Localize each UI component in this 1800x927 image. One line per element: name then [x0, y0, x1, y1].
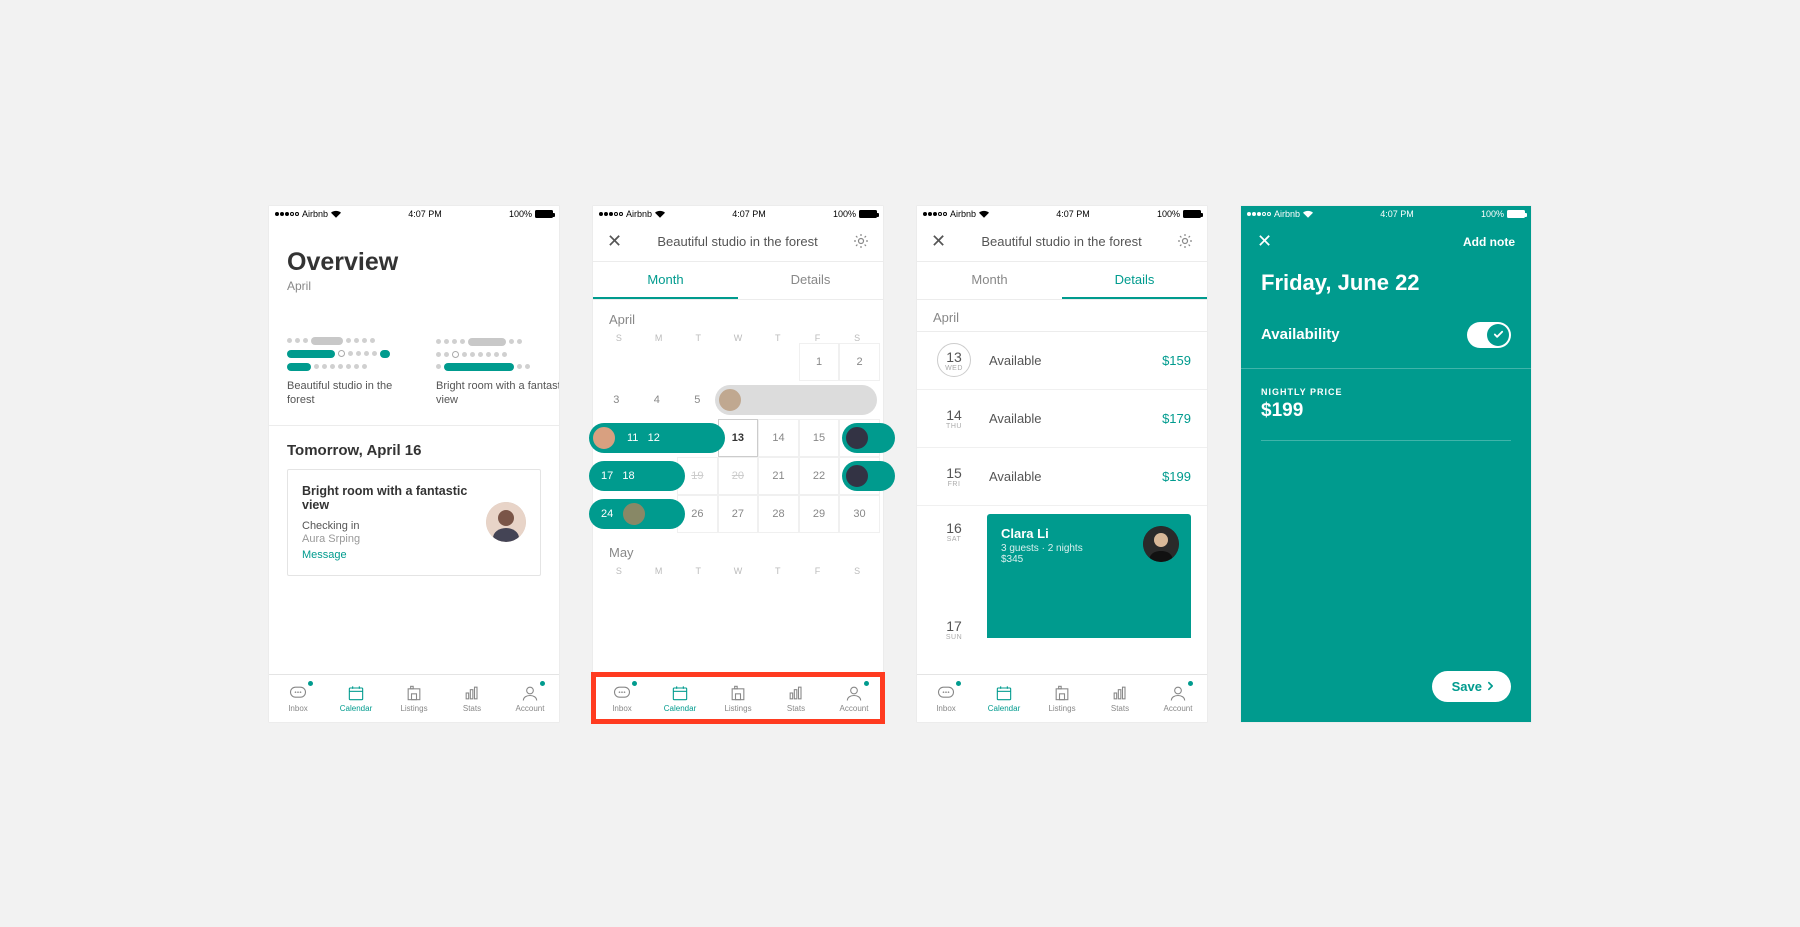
- day-row[interactable]: 13WED Available$159: [917, 332, 1207, 390]
- gear-icon[interactable]: [1177, 233, 1193, 249]
- close-icon[interactable]: ✕: [931, 231, 946, 252]
- tab-inbox[interactable]: Inbox: [593, 675, 651, 722]
- date-heading: Tomorrow, April 16: [287, 442, 541, 459]
- tab-listings[interactable]: Listings: [385, 675, 443, 722]
- status-bar: Airbnb 4:07 PM 100%: [1241, 206, 1531, 222]
- booking-card[interactable]: Bright room with a fantastic view Checki…: [287, 469, 541, 576]
- tab-stats[interactable]: Stats: [1091, 675, 1149, 722]
- tab-stats[interactable]: Stats: [767, 675, 825, 722]
- calendar-grid[interactable]: 12 3456789 10111213141516 11 12 17181920…: [593, 343, 883, 533]
- reservation-row[interactable]: 16SAT Clara Li 3 guests · 2 nights $345: [917, 506, 1207, 608]
- date-title: Friday, June 22: [1241, 262, 1531, 322]
- availability-toggle[interactable]: [1467, 322, 1511, 348]
- tab-month[interactable]: Month: [593, 262, 738, 299]
- listing-card[interactable]: Beautiful studio in the forest: [287, 303, 422, 407]
- listing-card[interactable]: Bright room with a fantastic view: [436, 303, 559, 407]
- day-row[interactable]: 15FRI Available$199: [917, 448, 1207, 506]
- tab-calendar[interactable]: Calendar: [651, 675, 709, 722]
- calendar-details-screen: Airbnb 4:07 PM 100% ✕ Beautiful studio i…: [917, 206, 1207, 722]
- tab-bar: Inbox Calendar Listings Stats Account: [269, 674, 559, 722]
- close-icon[interactable]: ✕: [607, 231, 622, 252]
- gear-icon[interactable]: [853, 233, 869, 249]
- tab-calendar[interactable]: Calendar: [975, 675, 1033, 722]
- status-bar: Airbnb 4:07 PM 100%: [593, 206, 883, 222]
- tab-bar: Inbox Calendar Listings Stats Account: [593, 674, 883, 722]
- status-bar: Airbnb 4:07 PM 100%: [917, 206, 1207, 222]
- tab-bar: Inbox Calendar Listings Stats Account: [917, 674, 1207, 722]
- edit-day-screen: Airbnb 4:07 PM 100% ✕ Add note Friday, J…: [1241, 206, 1531, 722]
- price-value[interactable]: $199: [1261, 400, 1511, 422]
- chevron-right-icon: [1486, 681, 1495, 691]
- page-title: Overview: [287, 248, 541, 277]
- tab-account[interactable]: Account: [825, 675, 883, 722]
- month-label: April: [287, 279, 541, 293]
- save-button[interactable]: Save: [1432, 671, 1511, 702]
- avatar: [486, 502, 526, 542]
- day-row[interactable]: 14THU Available$179: [917, 390, 1207, 448]
- avatar: [1143, 526, 1179, 562]
- listing-title: Beautiful studio in the forest: [657, 234, 817, 249]
- availability-label: Availability: [1261, 326, 1340, 343]
- tab-listings[interactable]: Listings: [709, 675, 767, 722]
- close-icon[interactable]: ✕: [1257, 231, 1272, 252]
- overview-screen: Airbnb 4:07 PM 100% Overview April Beaut…: [269, 206, 559, 722]
- tab-account[interactable]: Account: [1149, 675, 1207, 722]
- tab-inbox[interactable]: Inbox: [269, 675, 327, 722]
- tab-inbox[interactable]: Inbox: [917, 675, 975, 722]
- calendar-month-screen: Airbnb 4:07 PM 100% ✕ Beautiful studio i…: [593, 206, 883, 722]
- tab-details[interactable]: Details: [738, 262, 883, 299]
- listing-cards[interactable]: Beautiful studio in the forest Bright ro…: [269, 303, 559, 425]
- status-bar: Airbnb 4:07 PM 100%: [269, 206, 559, 222]
- tab-details[interactable]: Details: [1062, 262, 1207, 299]
- listing-title: Beautiful studio in the forest: [981, 234, 1141, 249]
- tab-account[interactable]: Account: [501, 675, 559, 722]
- price-label: NIGHTLY PRICE: [1261, 387, 1511, 397]
- tab-month[interactable]: Month: [917, 262, 1062, 299]
- tab-stats[interactable]: Stats: [443, 675, 501, 722]
- add-note-button[interactable]: Add note: [1463, 235, 1515, 249]
- tab-calendar[interactable]: Calendar: [327, 675, 385, 722]
- tab-listings[interactable]: Listings: [1033, 675, 1091, 722]
- message-link[interactable]: Message: [302, 549, 486, 561]
